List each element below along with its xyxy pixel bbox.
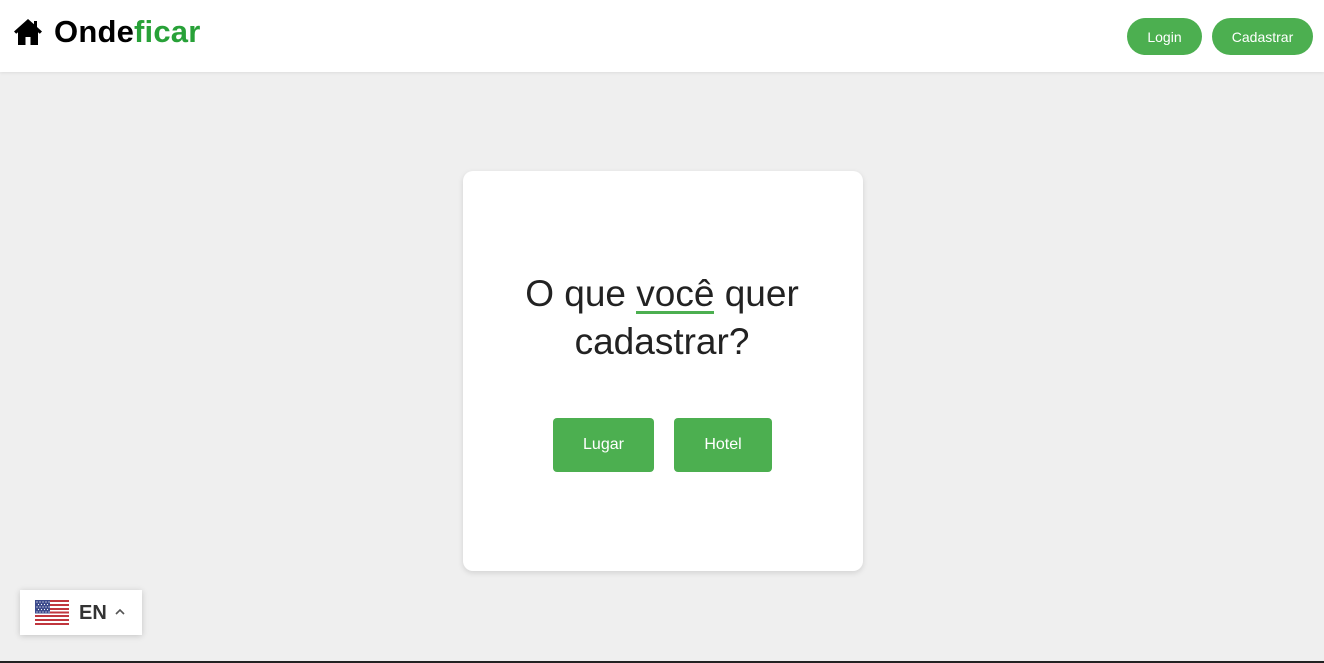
language-selector[interactable]: EN (20, 590, 142, 635)
question-text-highlight: você (636, 273, 715, 314)
home-icon (14, 19, 42, 45)
brand-name: Ondeficar (54, 14, 201, 50)
question-text-pre: O que (525, 273, 637, 314)
us-flag-icon (35, 600, 69, 625)
top-navbar: Ondeficar Login Cadastrar (0, 0, 1324, 72)
hotel-button[interactable]: Hotel (674, 418, 772, 472)
signup-button[interactable]: Cadastrar (1212, 18, 1313, 55)
register-question-heading: O que você quer cadastrar? (0, 270, 1324, 366)
place-button[interactable]: Lugar (553, 418, 654, 472)
login-button[interactable]: Login (1127, 18, 1202, 55)
brand-logo[interactable]: Ondeficar (13, 14, 201, 50)
language-code: EN (79, 602, 107, 624)
register-type-card (463, 171, 863, 571)
brand-name-part1: Onde (54, 14, 135, 49)
brand-name-part2: ficar (134, 14, 201, 49)
chevron-up-icon (115, 608, 125, 615)
